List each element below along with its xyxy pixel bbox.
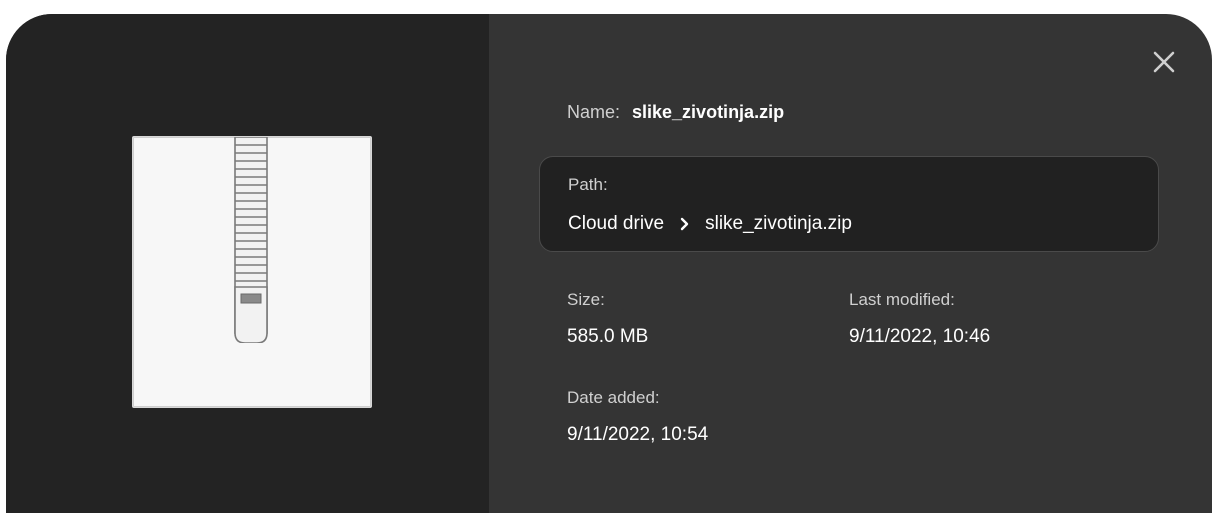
size-label: Size: (567, 290, 605, 309)
last-modified-label: Last modified: (849, 290, 955, 309)
last-modified-value: 9/11/2022, 10:46 (849, 326, 991, 347)
file-name-value: slike_zivotinja.zip (632, 102, 785, 122)
close-button[interactable] (1150, 48, 1178, 76)
path-label: Path: (568, 175, 608, 194)
breadcrumb-cloud-drive[interactable]: Cloud drive (568, 213, 664, 235)
zip-archive-icon (132, 136, 372, 408)
file-preview-pane (6, 14, 489, 513)
breadcrumb: Cloud drive slike_zivotinja.zip (568, 213, 852, 235)
date-added-label: Date added: (567, 388, 660, 407)
breadcrumb-file[interactable]: slike_zivotinja.zip (705, 213, 852, 235)
file-info-pane: Name: slike_zivotinja.zip Path: Cloud dri… (489, 14, 1212, 513)
name-label: Name: (567, 102, 621, 122)
size-value: 585.0 MB (567, 326, 649, 347)
path-box: Path: Cloud drive slike_zivotinja.zip (539, 156, 1159, 252)
chevron-right-icon (680, 217, 689, 231)
zipper-graphic (234, 137, 268, 343)
date-added-value: 9/11/2022, 10:54 (567, 424, 709, 445)
close-icon (1153, 51, 1175, 73)
file-name-row: Name: slike_zivotinja.zip (567, 100, 784, 124)
file-info-dialog: Name: slike_zivotinja.zip Path: Cloud dri… (6, 14, 1212, 513)
